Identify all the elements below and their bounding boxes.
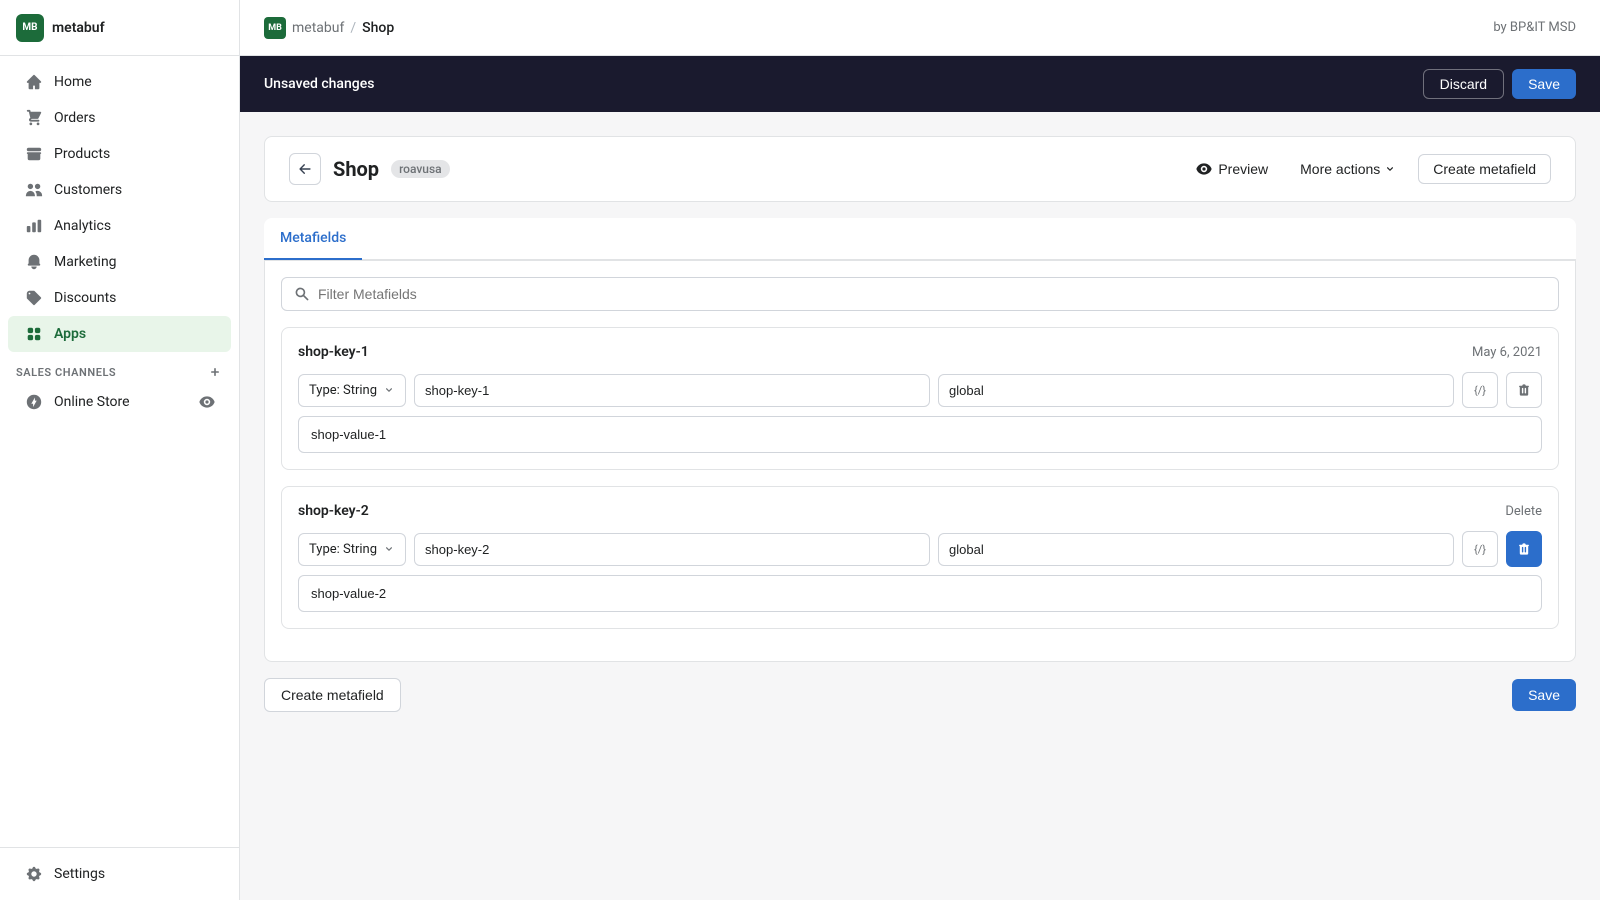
page-content-area: Shop roavusa Preview More actions Create… [240, 112, 1600, 900]
metafield-2-value-input[interactable] [298, 575, 1542, 612]
sidebar-item-orders[interactable]: Orders [8, 100, 231, 136]
metafield-1-value-input[interactable] [298, 416, 1542, 453]
sidebar-item-settings-label: Settings [54, 866, 105, 882]
page-header-card: Shop roavusa Preview More actions Create… [264, 136, 1576, 202]
metafield-1-type-select[interactable]: Type: String [298, 374, 406, 407]
search-icon [294, 286, 310, 302]
metafield-2-key: shop-key-2 [298, 503, 369, 519]
metafield-2-delete-tooltip-label: Delete [1505, 504, 1542, 519]
by-label: by BP&IT MSD [1493, 20, 1576, 35]
sidebar-item-settings[interactable]: Settings [8, 856, 231, 892]
metafield-1-liquid-btn[interactable]: {/} [1462, 372, 1498, 408]
marketing-icon [24, 252, 44, 272]
sidebar-nav: Home Orders Products Customers [0, 56, 239, 847]
unsaved-bar: Unsaved changes Discard Save [240, 56, 1600, 112]
preview-label: Preview [1218, 161, 1268, 177]
unsaved-message: Unsaved changes [264, 76, 374, 92]
create-metafield-button-bottom[interactable]: Create metafield [264, 678, 401, 712]
sidebar-item-analytics[interactable]: Analytics [8, 208, 231, 244]
sidebar-item-customers[interactable]: Customers [8, 172, 231, 208]
metafield-1-namespace-input[interactable] [938, 374, 1454, 407]
sidebar-item-online-store[interactable]: Online Store [8, 384, 231, 420]
breadcrumb-separator: / [350, 20, 356, 36]
preview-button[interactable]: Preview [1186, 155, 1278, 183]
metafield-item-2: shop-key-2 Delete Type: String {/} [281, 486, 1559, 629]
metafield-2-liquid-btn[interactable]: {/} [1462, 531, 1498, 567]
customers-icon [24, 180, 44, 200]
home-icon [24, 72, 44, 92]
bottom-actions: Create metafield Save [264, 678, 1576, 712]
unsaved-actions: Discard Save [1423, 69, 1576, 99]
metafield-2-namespace-input[interactable] [938, 533, 1454, 566]
filter-metafields-input[interactable] [318, 286, 1546, 302]
back-button[interactable] [289, 153, 321, 185]
liquid-icon-2: {/} [1474, 543, 1486, 556]
discounts-icon [24, 288, 44, 308]
sidebar-item-orders-label: Orders [54, 110, 96, 126]
main-content: MB metabuf / Shop by BP&IT MSD Unsaved c… [240, 0, 1600, 900]
sales-channels-section: SALES CHANNELS [0, 352, 239, 384]
sidebar-item-home-label: Home [54, 74, 92, 90]
metafield-1-key: shop-key-1 [298, 344, 369, 360]
tabs-container: Metafields shop-key-1 May 6, 2021 [264, 218, 1576, 662]
top-bar: MB metabuf / Shop by BP&IT MSD [240, 0, 1600, 56]
metafield-2-delete-btn[interactable] [1506, 531, 1542, 567]
products-icon [24, 144, 44, 164]
sidebar-item-products-label: Products [54, 146, 110, 162]
metafield-1-date: May 6, 2021 [1472, 345, 1542, 360]
settings-icon [24, 864, 44, 884]
sidebar-item-products[interactable]: Products [8, 136, 231, 172]
sidebar: MB metabuf Home Orders Products [0, 0, 240, 900]
analytics-icon [24, 216, 44, 236]
metafield-2-type-label: Type: String [309, 542, 377, 557]
preview-icon [1196, 161, 1212, 177]
metafields-card: shop-key-1 May 6, 2021 Type: String {/} [264, 260, 1576, 662]
save-button-top[interactable]: Save [1512, 69, 1576, 99]
sidebar-item-customers-label: Customers [54, 182, 122, 198]
discard-button[interactable]: Discard [1423, 69, 1504, 99]
metafield-1-type-label: Type: String [309, 383, 377, 398]
sidebar-item-apps-label: Apps [54, 326, 86, 342]
metafield-1-key-input[interactable] [414, 374, 930, 407]
liquid-icon: {/} [1474, 384, 1486, 397]
breadcrumb-logo: MB [264, 17, 286, 39]
metafield-item-1: shop-key-1 May 6, 2021 Type: String {/} [281, 327, 1559, 470]
breadcrumb-store: metabuf [292, 20, 344, 36]
online-store-label: Online Store [54, 394, 130, 410]
breadcrumb: MB metabuf / Shop [264, 17, 394, 39]
metafield-2-type-select[interactable]: Type: String [298, 533, 406, 566]
tabs-bar: Metafields [264, 218, 1576, 260]
save-button-bottom[interactable]: Save [1512, 679, 1576, 711]
add-sales-channel-icon[interactable] [207, 364, 223, 380]
sidebar-header: MB metabuf [0, 0, 239, 56]
sidebar-item-marketing-label: Marketing [54, 254, 117, 270]
sidebar-item-home[interactable]: Home [8, 64, 231, 100]
online-store-icon [24, 392, 44, 412]
metafield-2-key-input[interactable] [414, 533, 930, 566]
breadcrumb-page: Shop [362, 20, 394, 36]
search-bar [281, 277, 1559, 311]
sidebar-footer: Settings [0, 847, 239, 900]
tab-metafields[interactable]: Metafields [264, 218, 362, 260]
chevron-down-icon [1384, 163, 1396, 175]
online-store-visibility-icon[interactable] [199, 394, 215, 410]
sidebar-item-discounts-label: Discounts [54, 290, 116, 306]
sidebar-item-discounts[interactable]: Discounts [8, 280, 231, 316]
page-badge: roavusa [391, 160, 450, 178]
page-title: Shop [333, 157, 379, 181]
apps-icon [24, 324, 44, 344]
sidebar-item-marketing[interactable]: Marketing [8, 244, 231, 280]
orders-icon [24, 108, 44, 128]
sidebar-item-apps[interactable]: Apps [8, 316, 231, 352]
metafield-1-delete-btn[interactable] [1506, 372, 1542, 408]
more-actions-button[interactable]: More actions [1290, 155, 1406, 183]
store-name: metabuf [52, 20, 105, 36]
more-actions-label: More actions [1300, 161, 1380, 177]
sidebar-item-analytics-label: Analytics [54, 218, 111, 234]
store-logo: MB [16, 14, 44, 42]
create-metafield-button-top[interactable]: Create metafield [1418, 154, 1551, 184]
